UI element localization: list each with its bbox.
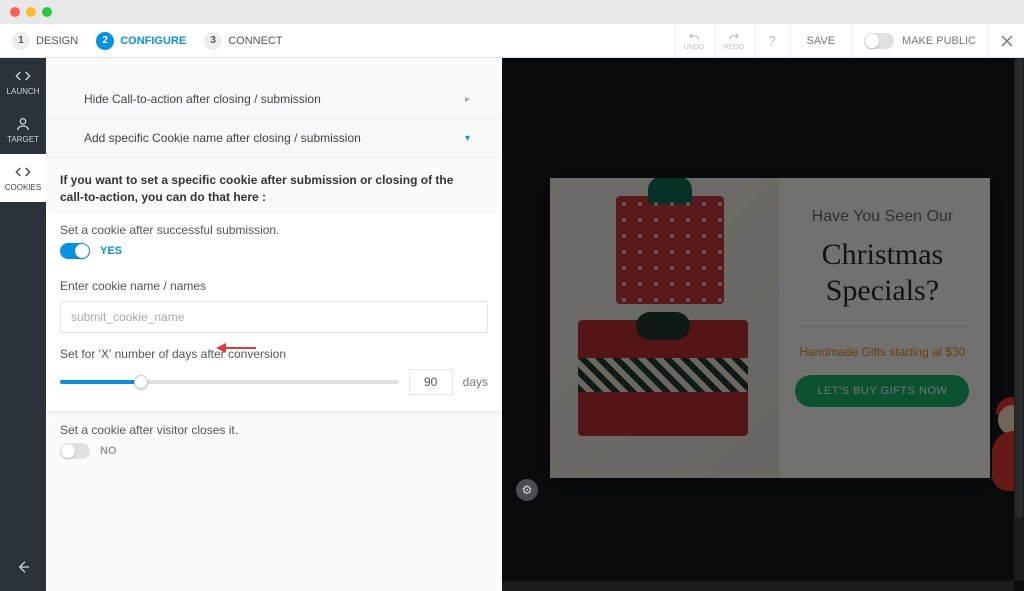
cookie-close-section: Set a cookie after visitor closes it. NO (46, 411, 502, 477)
step-label: DESIGN (36, 35, 78, 47)
days-label: Set for 'X' number of days after convers… (60, 347, 488, 361)
popup-content: Have You Seen Our Christmas Specials? Ha… (779, 178, 990, 478)
gift-box-icon (616, 196, 724, 304)
step-number: 3 (204, 32, 222, 50)
days-unit: days (463, 375, 488, 389)
code-icon (15, 68, 31, 84)
days-input[interactable] (409, 369, 453, 395)
close-button[interactable] (988, 24, 1024, 57)
cookie-submit-card: Set a cookie after successful submission… (46, 213, 502, 411)
step-design[interactable]: 1 DESIGN (12, 32, 78, 50)
popup-image-area (550, 178, 779, 478)
slider-handle[interactable] (134, 375, 148, 389)
rail-label: LAUNCH (7, 87, 40, 96)
divider (797, 326, 968, 327)
days-slider[interactable] (60, 380, 399, 384)
section-hide-cta[interactable]: Hide Call-to-action after closing / subm… (46, 80, 502, 119)
cookie-name-input[interactable] (60, 301, 488, 333)
step-connect[interactable]: 3 CONNECT (204, 32, 282, 50)
preview-hscrollbar[interactable] (502, 581, 1014, 591)
annotation-arrow-icon (216, 341, 256, 355)
rail-back[interactable] (0, 543, 46, 591)
config-panel: Hide Call-to-action after closing / subm… (46, 58, 502, 591)
redo-label: REDO (724, 44, 744, 51)
undo-icon (687, 30, 701, 44)
rail-cookies[interactable]: COOKIES (0, 154, 46, 202)
undo-button[interactable]: UNDO (674, 24, 714, 57)
window-close-dot[interactable] (10, 7, 20, 17)
preview-popup: ✕ Have You Seen Our Christmas Specials? … (550, 178, 990, 478)
rail-target[interactable]: TARGET (0, 106, 46, 154)
window-zoom-dot[interactable] (42, 7, 52, 17)
side-rail: LAUNCH TARGET COOKIES (0, 58, 46, 591)
window-minimize-dot[interactable] (26, 7, 36, 17)
help-button[interactable]: ? (754, 24, 790, 57)
popup-cta-button[interactable]: LET'S BUY GIFTS NOW (795, 375, 969, 407)
section-add-cookie[interactable]: Add specific Cookie name after closing /… (46, 119, 502, 158)
redo-button[interactable]: REDO (714, 24, 754, 57)
cookie-name-label: Enter cookie name / names (60, 279, 488, 293)
popup-heading-small: Have You Seen Our (789, 208, 976, 226)
popup-subtext: Handmade Gifts starting at $30 (789, 345, 976, 359)
user-icon (15, 116, 31, 132)
wizard-steps: 1 DESIGN 2 CONFIGURE 3 CONNECT (0, 32, 283, 50)
redo-icon (727, 30, 741, 44)
save-button[interactable]: SAVE (790, 24, 852, 57)
make-public-toggle[interactable]: MAKE PUBLIC (851, 24, 988, 57)
popup-heading-large: Christmas (789, 238, 976, 272)
preview-canvas: ✕ Have You Seen Our Christmas Specials? … (502, 58, 1024, 591)
arrow-left-icon (15, 559, 31, 575)
public-switch[interactable] (864, 33, 894, 49)
set-after-submit-label: Set a cookie after successful submission… (60, 223, 488, 237)
chevron-down-icon: ▾ (465, 133, 470, 144)
rail-label: TARGET (7, 135, 39, 144)
section-intro: If you want to set a specific cookie aft… (46, 158, 502, 213)
step-label: CONFIGURE (120, 35, 186, 47)
step-configure[interactable]: 2 CONFIGURE (96, 32, 186, 50)
code-icon (15, 164, 31, 180)
step-number: 2 (96, 32, 114, 50)
close-cookie-toggle[interactable] (60, 443, 90, 459)
chevron-right-icon: ▸ (465, 94, 470, 105)
step-number: 1 (12, 32, 30, 50)
toggle-no-label: NO (100, 445, 117, 457)
preview-settings-button[interactable]: ⚙ (516, 479, 538, 501)
gift-box-icon (578, 320, 748, 436)
rail-label: COOKIES (5, 183, 41, 192)
top-toolbar: 1 DESIGN 2 CONFIGURE 3 CONNECT UNDO REDO… (0, 24, 1024, 58)
section-title: Hide Call-to-action after closing / subm… (84, 92, 321, 106)
close-icon (1001, 35, 1013, 47)
submit-cookie-toggle[interactable] (60, 243, 90, 259)
toolbar-right: UNDO REDO ? SAVE MAKE PUBLIC (674, 24, 1024, 57)
popup-heading-large: Specials? (789, 274, 976, 308)
window-titlebar (0, 0, 1024, 24)
set-after-close-label: Set a cookie after visitor closes it. (60, 423, 488, 437)
undo-label: UNDO (684, 44, 705, 51)
rail-launch[interactable]: LAUNCH (0, 58, 46, 106)
toggle-yes-label: YES (100, 245, 122, 257)
step-label: CONNECT (228, 35, 282, 47)
preview-vscrollbar[interactable] (1014, 58, 1024, 581)
make-public-label: MAKE PUBLIC (902, 35, 976, 47)
section-title: Add specific Cookie name after closing /… (84, 131, 361, 145)
